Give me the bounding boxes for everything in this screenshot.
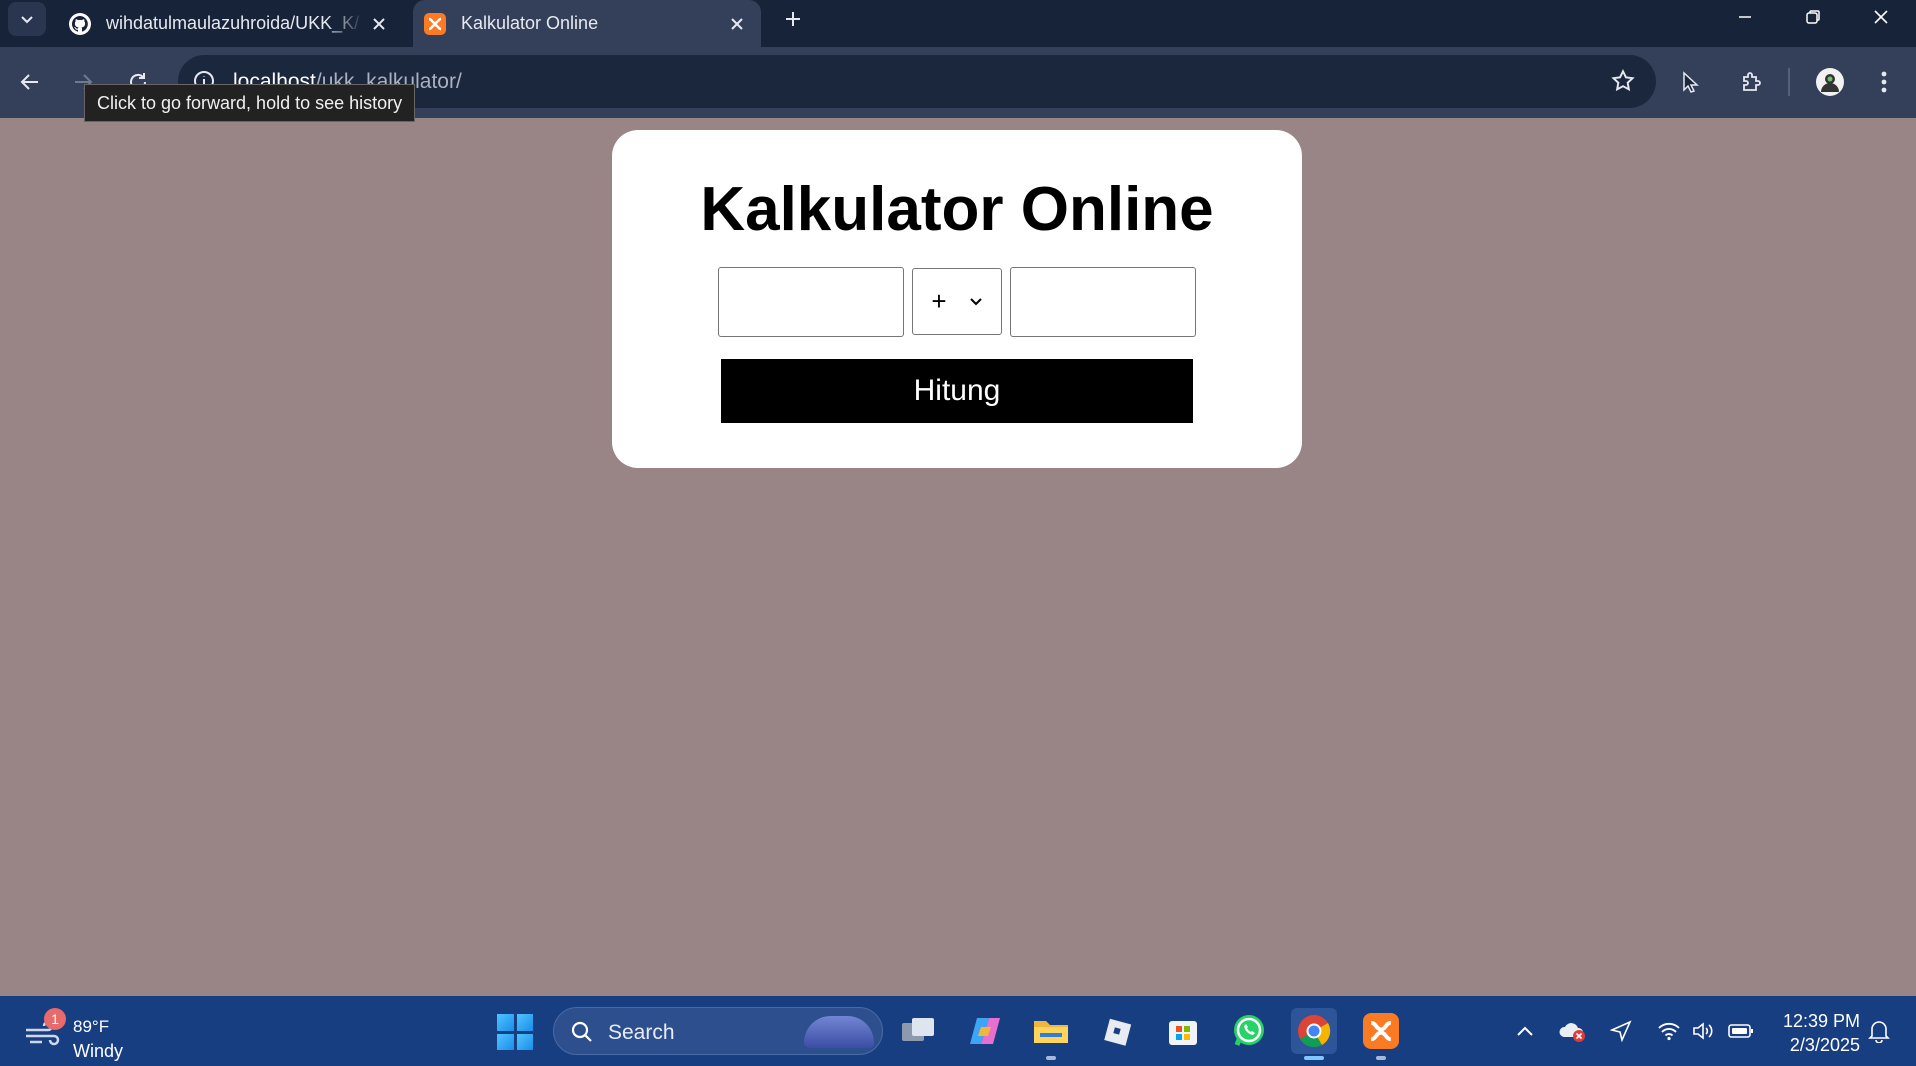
taskbar-search[interactable]: Search <box>553 1007 883 1055</box>
tab-strip: wihdatulmaulazuhroida/UKK_K/ Kalkulator … <box>0 0 1916 47</box>
chevron-up-icon[interactable] <box>1510 1016 1540 1046</box>
xampp-icon <box>423 12 447 36</box>
weather-widget[interactable]: 1 89°F Windy <box>20 1006 140 1061</box>
tab-kalkulator[interactable]: Kalkulator Online <box>413 0 761 47</box>
star-icon[interactable] <box>1610 68 1638 96</box>
chevron-down-icon <box>969 297 982 305</box>
weather-desc: Windy <box>73 1041 124 1061</box>
restore-button[interactable] <box>1779 0 1847 34</box>
tab-search-button[interactable] <box>8 2 46 36</box>
puzzle-icon <box>1743 72 1761 91</box>
close-icon <box>1874 10 1888 24</box>
system-clock[interactable]: 12:39 PM 2/3/2025 <box>1770 1009 1860 1057</box>
clock-time: 12:39 PM <box>1782 1011 1860 1031</box>
onedrive-error-icon[interactable] <box>1558 1016 1588 1046</box>
copilot-icon[interactable] <box>962 1008 1008 1054</box>
restore-icon <box>1806 10 1820 24</box>
back-button[interactable] <box>10 62 50 102</box>
chevron-down-icon <box>21 16 33 24</box>
second-number-input[interactable] <box>1010 267 1196 337</box>
roblox-icon[interactable] <box>1094 1008 1140 1054</box>
more-vertical-icon <box>1881 71 1887 93</box>
running-indicator <box>1304 1056 1324 1060</box>
cursor-extension-button[interactable] <box>1670 62 1710 102</box>
avatar-icon <box>1816 68 1844 96</box>
taskbar: 1 89°F Windy Search 12:39 PM 2/3/2025 <box>0 996 1916 1066</box>
tab-title: wihdatulmaulazuhroida/UKK_K/ <box>106 13 360 33</box>
new-tab-button[interactable] <box>778 4 808 34</box>
running-indicator <box>1376 1056 1386 1060</box>
menu-button[interactable] <box>1864 62 1904 102</box>
xampp-icon[interactable] <box>1358 1008 1404 1060</box>
calculator-card: Kalkulator Online + Hitung <box>612 130 1302 468</box>
windows-start-icon[interactable] <box>497 1014 533 1050</box>
location-icon[interactable] <box>1606 1016 1636 1046</box>
task-view-icon[interactable] <box>896 1008 942 1054</box>
chrome-icon[interactable] <box>1291 1008 1337 1060</box>
plus-icon <box>786 12 800 26</box>
cursor-icon <box>1683 71 1699 93</box>
page-title: Kalkulator Online <box>700 175 1214 244</box>
search-highlight-image <box>804 1016 874 1048</box>
extensions-button[interactable] <box>1731 62 1771 102</box>
close-window-button[interactable] <box>1847 0 1915 34</box>
first-number-input[interactable] <box>718 267 904 337</box>
search-icon <box>571 1021 592 1042</box>
minimize-icon <box>1739 16 1751 18</box>
toolbar-divider <box>1788 68 1790 96</box>
file-explorer-icon[interactable] <box>1028 1008 1074 1060</box>
search-label: Search <box>608 1021 675 1044</box>
close-icon[interactable] <box>365 10 393 38</box>
clock-date: 2/3/2025 <box>1789 1035 1860 1055</box>
minimize-button[interactable] <box>1711 0 1779 34</box>
tab-github[interactable]: wihdatulmaulazuhroida/UKK_K/ <box>58 0 403 47</box>
github-icon <box>68 12 92 36</box>
volume-icon[interactable] <box>1688 1016 1718 1046</box>
operator-select[interactable]: + <box>912 268 1002 335</box>
operator-selected: + <box>931 286 947 316</box>
notification-bell-icon[interactable] <box>1864 1016 1894 1046</box>
weather-temp: 89°F <box>73 1017 110 1036</box>
notification-badge: 1 <box>44 1008 66 1030</box>
wifi-icon[interactable] <box>1654 1016 1684 1046</box>
forward-tooltip: Click to go forward, hold to see history <box>84 84 416 122</box>
tab-title: Kalkulator Online <box>461 13 599 33</box>
battery-icon[interactable] <box>1726 1016 1756 1046</box>
arrow-left-icon <box>20 74 38 90</box>
whatsapp-icon[interactable] <box>1226 1008 1272 1054</box>
microsoft-store-icon[interactable] <box>1160 1008 1206 1054</box>
close-icon[interactable] <box>723 10 751 38</box>
profile-avatar[interactable] <box>1810 62 1850 102</box>
hitung-button[interactable]: Hitung <box>721 359 1193 423</box>
running-indicator <box>1046 1056 1056 1060</box>
